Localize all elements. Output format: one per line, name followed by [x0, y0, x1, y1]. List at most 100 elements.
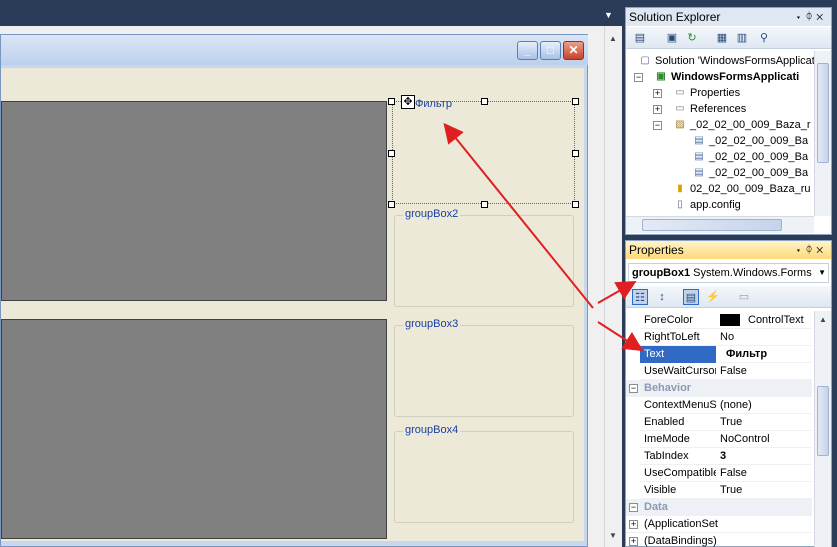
groupbox-3[interactable]: groupBox3: [394, 318, 574, 417]
property-row-imemode[interactable]: ImeMode NoControl: [640, 431, 812, 448]
categorized-icon[interactable]: ☷: [632, 289, 648, 305]
tree-item-project[interactable]: ▣ WindowsFormsApplicati: [654, 69, 799, 85]
view-code-icon[interactable]: ▦: [714, 30, 730, 46]
resize-handle[interactable]: [388, 98, 395, 105]
window-position-icon[interactable]: ▾: [795, 244, 806, 256]
window-position-icon[interactable]: ▾: [795, 11, 806, 23]
designer-vertical-scrollbar[interactable]: ▲ ▼: [604, 26, 622, 547]
property-row-contextmenu[interactable]: ContextMenuS (none): [640, 397, 812, 414]
solution-explorer-titlebar[interactable]: Solution Explorer ▾ᛰ✕: [626, 8, 831, 26]
property-value[interactable]: False: [720, 465, 812, 482]
references-folder-icon: ▭: [675, 103, 685, 115]
property-value[interactable]: (none): [720, 397, 812, 414]
properties-folder-icon: ▭: [675, 87, 685, 99]
tree-item-dataset-file[interactable]: ▤ _02_02_00_009_Ba: [692, 149, 808, 165]
expand-icon[interactable]: +: [629, 520, 638, 529]
close-icon[interactable]: ✕: [563, 41, 584, 60]
property-row-databindings[interactable]: + (DataBindings): [626, 533, 812, 547]
property-value[interactable]: ControlText: [720, 312, 812, 329]
property-name: UseCompatible: [644, 467, 716, 479]
property-pages-icon[interactable]: ▭: [736, 289, 752, 305]
property-value[interactable]: 3: [720, 448, 812, 465]
maximize-icon[interactable]: □: [540, 41, 561, 60]
property-row-applicationsettings[interactable]: + (ApplicationSet: [626, 516, 812, 533]
collapse-icon[interactable]: −: [629, 384, 638, 393]
property-row-enabled[interactable]: Enabled True: [640, 414, 812, 431]
property-name: ForeColor: [644, 314, 693, 326]
view-designer-icon[interactable]: ▥: [734, 30, 750, 46]
scroll-thumb[interactable]: [817, 63, 829, 163]
solution-tree-vscroll[interactable]: [814, 51, 831, 216]
property-value[interactable]: No: [720, 329, 812, 346]
object-selector[interactable]: groupBox1 System.Windows.Forms ▼: [628, 263, 829, 283]
groupbox-4[interactable]: groupBox4: [394, 424, 574, 523]
tree-item-dataset[interactable]: ▨ _02_02_00_009_Baza_r: [673, 117, 810, 133]
property-value[interactable]: True: [720, 414, 812, 431]
class-diagram-icon[interactable]: ⚲: [756, 30, 772, 46]
groupbox-2[interactable]: groupBox2: [394, 208, 574, 307]
scroll-thumb[interactable]: [642, 219, 782, 231]
resize-handle[interactable]: [572, 98, 579, 105]
property-row-righttoleft[interactable]: RightToLeft No: [640, 329, 812, 346]
tree-item-properties[interactable]: ▭ Properties: [673, 85, 740, 101]
property-name: (ApplicationSet: [644, 518, 718, 530]
close-pane-icon[interactable]: ✕: [816, 244, 827, 256]
scroll-up-icon[interactable]: ▲: [816, 313, 830, 327]
tree-item-database[interactable]: ▮ 02_02_00_009_Baza_ru: [673, 181, 810, 197]
property-value[interactable]: Фильтр: [720, 346, 812, 363]
events-icon[interactable]: ⚡: [705, 289, 721, 305]
expand-icon[interactable]: +: [653, 105, 662, 114]
pane-controls: ▾ᛰ✕: [795, 241, 827, 259]
scroll-up-icon[interactable]: ▲: [606, 32, 620, 46]
alphabetical-icon[interactable]: ↕: [654, 289, 670, 305]
property-value[interactable]: False: [720, 363, 812, 380]
move-icon[interactable]: ✥: [401, 95, 415, 109]
minimize-icon[interactable]: _: [517, 41, 538, 60]
pin-icon[interactable]: ᛰ: [806, 11, 817, 23]
properties-titlebar[interactable]: Properties ▾ᛰ✕: [626, 241, 831, 259]
property-grid-vscroll[interactable]: ▲: [814, 311, 831, 547]
collapse-icon[interactable]: −: [629, 503, 638, 512]
tree-item-solution[interactable]: ▢ Solution 'WindowsFormsApplicati: [638, 53, 814, 69]
property-row-forecolor[interactable]: ForeColor ControlText: [640, 312, 812, 329]
expand-icon[interactable]: +: [653, 89, 662, 98]
tree-item-dataset-file[interactable]: ▤ _02_02_00_009_Ba: [692, 165, 808, 181]
resize-handle[interactable]: [572, 150, 579, 157]
tree-item-label: app.config: [690, 199, 741, 211]
property-row-text[interactable]: Text Фильтр: [640, 346, 812, 363]
close-pane-icon[interactable]: ✕: [816, 11, 827, 23]
pin-icon[interactable]: ᛰ: [806, 244, 817, 256]
show-all-files-icon[interactable]: ▣: [664, 30, 680, 46]
resize-handle[interactable]: [388, 201, 395, 208]
property-value[interactable]: True: [720, 482, 812, 499]
data-grid-bottom[interactable]: [1, 319, 387, 539]
property-row-visible[interactable]: Visible True: [640, 482, 812, 499]
tab-dropdown-icon[interactable]: ▼: [604, 10, 618, 20]
refresh-icon[interactable]: ↻: [684, 30, 700, 46]
tree-item-dataset-file[interactable]: ▤ _02_02_00_009_Ba: [692, 133, 808, 149]
form-titlebar[interactable]: _ □ ✕: [1, 35, 588, 65]
property-row-tabindex[interactable]: TabIndex 3: [640, 448, 812, 465]
properties-view-icon[interactable]: ▤: [683, 289, 699, 305]
category-behavior[interactable]: − Behavior: [626, 380, 812, 397]
data-grid-top[interactable]: [1, 101, 387, 301]
resize-handle[interactable]: [481, 201, 488, 208]
property-value[interactable]: NoControl: [720, 431, 812, 448]
property-row-usecompatible[interactable]: UseCompatible False: [640, 465, 812, 482]
resize-handle[interactable]: [572, 201, 579, 208]
category-data[interactable]: − Data: [626, 499, 812, 516]
properties-page-icon[interactable]: ▤: [632, 30, 648, 46]
property-row-usewaitcursor[interactable]: UseWaitCursor False: [640, 363, 812, 380]
resize-handle[interactable]: [388, 150, 395, 157]
tree-item-config[interactable]: ▯ app.config: [673, 197, 741, 213]
tree-item-references[interactable]: ▭ References: [673, 101, 746, 117]
solution-tree-hscroll[interactable]: [626, 216, 814, 233]
collapse-icon[interactable]: −: [634, 73, 643, 82]
code-file-icon: ▤: [694, 151, 704, 163]
dropdown-icon[interactable]: ▼: [818, 264, 826, 282]
collapse-icon[interactable]: −: [653, 121, 662, 130]
expand-icon[interactable]: +: [629, 537, 638, 546]
scroll-down-icon[interactable]: ▼: [606, 529, 620, 543]
resize-handle[interactable]: [481, 98, 488, 105]
scroll-thumb[interactable]: [817, 386, 829, 456]
